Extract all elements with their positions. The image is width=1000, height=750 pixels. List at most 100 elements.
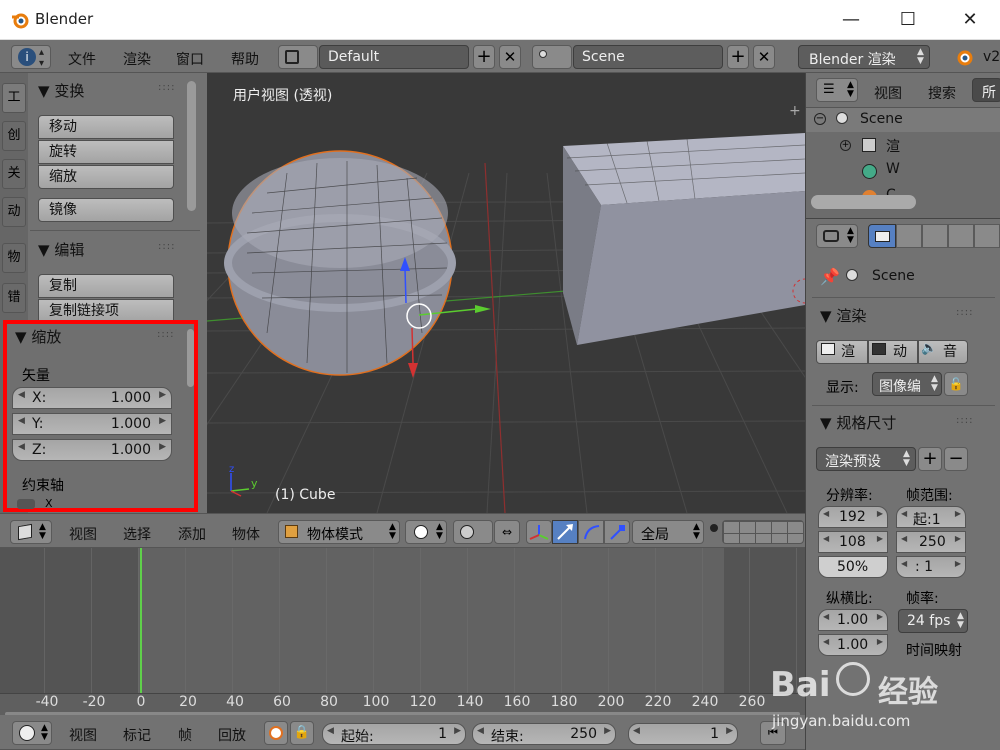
scrollbar[interactable] [187,329,194,387]
drag-grip-icon[interactable]: :::: [956,415,973,426]
menu-search[interactable]: 搜索 [928,83,956,103]
layout-browse-button[interactable] [278,45,318,69]
menu-view[interactable]: 视图 [69,524,97,544]
collapse-icon[interactable]: − [814,113,826,125]
lock-interface-button[interactable]: 🔓 [944,372,968,396]
editor-type-button[interactable]: i ▴ ▾ [11,45,51,69]
scrollbar[interactable] [187,81,196,211]
jump-start-button[interactable]: ⏮ [760,721,786,745]
editor-type-button[interactable]: ☰ ▲ ▼ [816,78,858,102]
menu-marker[interactable]: 标记 [123,725,151,745]
render-context-tab[interactable] [868,224,896,248]
manipulator-icon[interactable]: ⇔ [494,520,520,544]
scene-tab[interactable] [922,224,948,248]
3d-viewport[interactable]: z y 用户视图 (透视) (1) Cube + [207,73,805,513]
render-preset-select[interactable]: 渲染预设 ▲ ▼ [816,447,916,471]
tree-item-scene[interactable]: Scene [860,111,903,127]
close-button[interactable]: ✕ [955,8,985,32]
layout-name-field[interactable]: Default [319,45,469,69]
shading-select[interactable]: ▲ ▼ [405,520,447,544]
start-frame-field[interactable]: ◀ 起始: 1 ▶ [322,723,466,745]
menu-frame[interactable]: 帧 [178,725,192,745]
edit-header[interactable]: ▼ 编辑 [38,239,84,260]
maximize-button[interactable]: ☐ [893,8,923,32]
frame-start-field[interactable]: ◀ 起:1 ▶ [896,506,966,528]
remove-preset-button[interactable]: − [944,447,968,471]
tab-relations[interactable]: 关 [2,159,26,189]
scale-y-field[interactable]: ◀ Y: 1.000 ▶ [12,413,172,435]
expand-icon[interactable]: + [840,140,851,151]
properties-toggle-icon[interactable]: + [789,103,801,119]
add-scene-button[interactable]: + [727,45,749,69]
drag-grip-icon[interactable]: :::: [158,82,175,93]
scale-z-field[interactable]: ◀ Z: 1.000 ▶ [12,439,172,461]
editor-type-button[interactable]: ▲ ▼ [10,520,52,544]
move-button[interactable]: 移动 [38,115,174,139]
mirror-button[interactable]: 镜像 [38,198,174,222]
render-engine-select[interactable]: Blender 渲染 ▲ ▼ [798,45,930,69]
dimensions-panel-header[interactable]: ▼ 规格尺寸 [820,412,896,433]
lock-icon[interactable]: 🔒 [290,721,314,745]
horizontal-scrollbar[interactable] [811,195,916,209]
operator-header[interactable]: ▼ 缩放 [15,326,61,347]
aspect-x-field[interactable]: ◀ 1.00 ▶ [818,609,888,631]
tree-item-renderlayers[interactable]: 渲 [886,136,900,156]
render-layers-tab[interactable] [896,224,922,248]
tree-item-world[interactable]: W [886,161,900,177]
editor-type-button[interactable]: ▲ ▼ [12,721,52,745]
tab-animation[interactable]: 动 [2,197,26,227]
menu-help[interactable]: 帮助 [231,49,259,69]
menu-playback[interactable]: 回放 [218,725,246,745]
drag-grip-icon[interactable]: :::: [157,329,174,340]
editor-type-button[interactable]: ▲ ▼ [816,224,858,248]
resolution-y-field[interactable]: ◀ 108 ▶ [818,531,888,553]
duplicate-button[interactable]: 复制 [38,274,174,298]
tab-create[interactable]: 创 [2,121,26,151]
remove-scene-button[interactable]: ✕ [753,45,775,69]
end-frame-field[interactable]: ◀ 结束: 250 ▶ [472,723,616,745]
current-frame-field[interactable]: ◀ 1 ▶ [628,723,738,745]
rotate-button[interactable]: 旋转 [38,140,174,164]
display-mode-select[interactable]: 所 [972,78,1000,102]
move-tool-button[interactable] [552,520,578,544]
menu-select[interactable]: 选择 [123,524,151,544]
pivot-select[interactable] [453,520,493,544]
timeline-area[interactable] [0,548,805,693]
preview-range-button[interactable] [264,721,288,745]
timeline-ruler[interactable]: -40 -20 0 20 40 60 80 100 120 140 160 180 200 220 240 2… [0,693,805,716]
orientation-select[interactable]: 全局 ▲ ▼ [632,520,704,544]
scale-button[interactable]: 缩放 [38,165,174,189]
add-preset-button[interactable]: + [918,447,942,471]
menu-window[interactable]: 窗口 [176,49,204,69]
tab-physics[interactable]: 物 [2,243,26,273]
frame-step-field[interactable]: ◀ : 1 ▶ [896,556,966,578]
scene-name-field[interactable]: Scene [573,45,723,69]
display-select[interactable]: 图像编 ▲ ▼ [872,372,942,396]
add-layout-button[interactable]: + [473,45,495,69]
drag-grip-icon[interactable]: :::: [158,241,175,252]
menu-view[interactable]: 视图 [874,83,902,103]
object-tab[interactable] [974,224,1000,248]
pin-icon[interactable]: 📌 [820,267,840,286]
resolution-x-field[interactable]: ◀ 192 ▶ [818,506,888,528]
scene-browse-button[interactable] [532,45,572,69]
remove-layout-button[interactable]: ✕ [499,45,521,69]
transform-header[interactable]: ▼ 变换 [38,80,84,101]
translate-manipulator-button[interactable] [526,520,552,544]
menu-render[interactable]: 渲染 [123,49,151,69]
menu-view[interactable]: 视图 [69,725,97,745]
current-frame-line[interactable] [140,548,142,693]
tab-grease[interactable]: 错 [2,283,26,313]
menu-object[interactable]: 物体 [232,524,260,544]
mode-select[interactable]: 物体模式 ▲ ▼ [278,520,400,544]
menu-add[interactable]: 添加 [178,524,206,544]
fps-select[interactable]: 24 fps ▲ ▼ [898,609,968,633]
world-tab[interactable] [948,224,974,248]
constraint-x-checkbox[interactable] [17,499,35,509]
aspect-y-field[interactable]: ◀ 1.00 ▶ [818,634,888,656]
rotate-tool-button[interactable] [578,520,604,544]
minimize-button[interactable]: — [836,8,866,32]
scale-x-field[interactable]: ◀ X: 1.000 ▶ [12,387,172,409]
render-panel-header[interactable]: ▼ 渲染 [820,305,866,326]
scale-tool-button[interactable] [604,520,630,544]
